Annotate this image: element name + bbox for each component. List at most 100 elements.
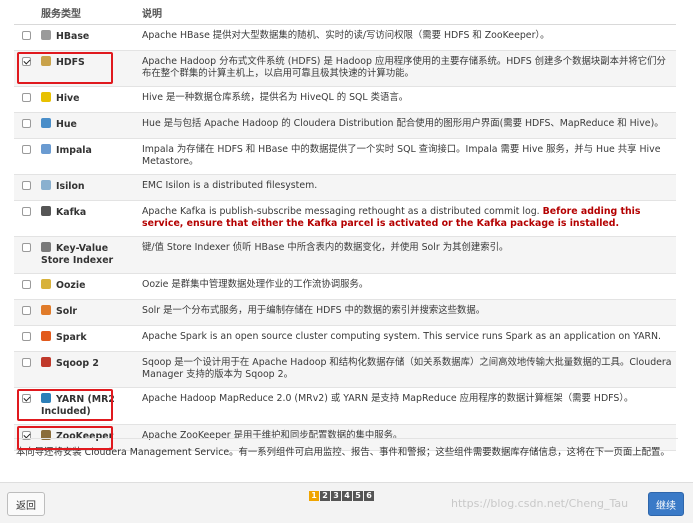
service-name-cell: HBase — [37, 24, 138, 51]
service-description: Apache Spark is an open source cluster c… — [138, 325, 676, 352]
service-name: Isilon — [56, 181, 85, 192]
row-select-cell — [14, 24, 37, 51]
wizard-step-indicator: 123456 — [309, 491, 374, 501]
service-row: HDFS Apache Hadoop 分布式文件系统 (HDFS) 是 Hadoo… — [14, 50, 676, 87]
step-indicator-item: 5 — [353, 491, 363, 501]
service-name-cell: Impala — [37, 138, 138, 175]
ks-indexer-icon — [41, 242, 51, 252]
service-row: Key-Value Store Indexer 键/值 Store Indexer… — [14, 236, 676, 274]
row-select-cell — [14, 299, 37, 326]
row-select-cell — [14, 273, 37, 300]
service-checkbox[interactable] — [22, 243, 31, 252]
service-description-text: Sqoop 是一个设计用于在 Apache Hadoop 和结构化数据存储（如关… — [142, 357, 672, 380]
highlight-box — [17, 52, 113, 84]
service-description-text: Impala 为存储在 HDFS 和 HBase 中的数据提供了一个实时 SQL… — [142, 144, 661, 167]
service-checkbox[interactable] — [22, 358, 31, 367]
spark-icon — [41, 331, 51, 341]
service-row: Kafka Apache Kafka is publish-subscribe m… — [14, 200, 676, 237]
service-description-text: 键/值 Store Indexer 侦听 HBase 中所含表内的数据变化，并使… — [142, 242, 509, 253]
service-row: HBase Apache HBase 提供对大型数据集的随机、实时的读/写访问权限… — [14, 24, 676, 51]
service-description-text: Apache Hadoop MapReduce 2.0 (MRv2) 或 YAR… — [142, 393, 634, 404]
service-row: Isilon EMC Isilon is a distributed filesy… — [14, 174, 676, 201]
service-checkbox[interactable] — [22, 31, 31, 40]
service-checkbox[interactable] — [22, 306, 31, 315]
service-description: Hue 是与包括 Apache Hadoop 的 Cloudera Distri… — [138, 112, 676, 139]
service-name: Sqoop 2 — [56, 358, 99, 369]
service-row: Spark Apache Spark is an open source clus… — [14, 325, 676, 352]
header-service-type: 服务类型 — [37, 0, 138, 25]
step-indicator-item: 4 — [342, 491, 352, 501]
row-select-cell — [14, 200, 37, 237]
service-checkbox[interactable] — [22, 280, 31, 289]
service-description: 键/值 Store Indexer 侦听 HBase 中所含表内的数据变化，并使… — [138, 236, 676, 274]
row-select-cell — [14, 325, 37, 352]
service-name: Hue — [56, 119, 77, 130]
service-name: Solr — [56, 306, 78, 317]
row-select-cell — [14, 138, 37, 175]
service-description-text: Apache Kafka is publish-subscribe messag… — [142, 206, 543, 217]
service-name-cell: Oozie — [37, 273, 138, 300]
service-name: Spark — [56, 332, 87, 343]
service-checkbox[interactable] — [22, 332, 31, 341]
service-checkbox[interactable] — [22, 145, 31, 154]
service-description-text: Oozie 是群集中管理数据处理作业的工作流协调服务。 — [142, 279, 369, 290]
service-description: Solr 是一个分布式服务，用于编制存储在 HDFS 中的数据的索引并搜索这些数… — [138, 299, 676, 326]
service-description-text: Apache Hadoop 分布式文件系统 (HDFS) 是 Hadoop 应用… — [142, 56, 666, 79]
step-indicator-item: 3 — [331, 491, 341, 501]
service-row: Oozie Oozie 是群集中管理数据处理作业的工作流协调服务。 — [14, 273, 676, 300]
service-description: Oozie 是群集中管理数据处理作业的工作流协调服务。 — [138, 273, 676, 300]
service-name-cell: Solr — [37, 299, 138, 326]
service-name-cell: Hue — [37, 112, 138, 139]
service-row: Hive Hive 是一种数据仓库系统，提供名为 HiveQL 的 SQL 类语言… — [14, 86, 676, 113]
service-name: Oozie — [56, 280, 86, 291]
solr-icon — [41, 305, 51, 315]
continue-button[interactable]: 继续 — [648, 492, 684, 516]
service-row: YARN (MR2 Included) Apache Hadoop MapRedu… — [14, 387, 676, 425]
service-name-cell: Isilon — [37, 174, 138, 201]
service-checkbox[interactable] — [22, 207, 31, 216]
header-select — [14, 0, 37, 25]
row-select-cell — [14, 236, 37, 274]
wizard-nav-bar: 返回 123456 https://blog.csdn.net/Cheng_Ta… — [0, 482, 693, 523]
service-name-cell: Kafka — [37, 200, 138, 237]
service-description-text: Apache HBase 提供对大型数据集的随机、实时的读/写访问权限（需要 H… — [142, 30, 550, 41]
service-row: Sqoop 2 Sqoop 是一个设计用于在 Apache Hadoop 和结构化… — [14, 351, 676, 388]
service-name: HBase — [56, 31, 90, 42]
row-select-cell — [14, 174, 37, 201]
isilon-icon — [41, 180, 51, 190]
service-row: Impala Impala 为存储在 HDFS 和 HBase 中的数据提供了一个… — [14, 138, 676, 175]
hbase-icon — [41, 30, 51, 40]
service-description-text: Apache Spark is an open source cluster c… — [142, 331, 662, 342]
service-row: Hue Hue 是与包括 Apache Hadoop 的 Cloudera Dis… — [14, 112, 676, 139]
footer-note: 本向导还将安装 Cloudera Management Service。有一系列… — [14, 438, 678, 458]
service-checkbox[interactable] — [22, 181, 31, 190]
service-name: Key-Value Store Indexer — [41, 243, 114, 266]
highlight-box — [17, 389, 113, 421]
service-name-cell: Sqoop 2 — [37, 351, 138, 388]
service-description-text: Hive 是一种数据仓库系统，提供名为 HiveQL 的 SQL 类语言。 — [142, 92, 409, 103]
back-button[interactable]: 返回 — [7, 492, 45, 516]
hive-icon — [41, 92, 51, 102]
watermark: https://blog.csdn.net/Cheng_Tau — [451, 497, 629, 510]
service-checkbox[interactable] — [22, 119, 31, 128]
row-select-cell — [14, 112, 37, 139]
service-description: Sqoop 是一个设计用于在 Apache Hadoop 和结构化数据存储（如关… — [138, 351, 676, 388]
service-description-text: Solr 是一个分布式服务，用于编制存储在 HDFS 中的数据的索引并搜索这些数… — [142, 305, 486, 316]
service-name: Impala — [56, 145, 92, 156]
service-description-text: EMC Isilon is a distributed filesystem. — [142, 180, 318, 191]
service-name: Kafka — [56, 207, 87, 218]
service-description: Apache Hadoop 分布式文件系统 (HDFS) 是 Hadoop 应用… — [138, 50, 676, 87]
service-name-cell: Hive — [37, 86, 138, 113]
service-description: EMC Isilon is a distributed filesystem. — [138, 174, 676, 201]
row-select-cell — [14, 86, 37, 113]
kafka-icon — [41, 206, 51, 216]
impala-icon — [41, 144, 51, 154]
service-name: Hive — [56, 93, 80, 104]
service-description: Apache HBase 提供对大型数据集的随机、实时的读/写访问权限（需要 H… — [138, 24, 676, 51]
step-indicator-item: 1 — [309, 491, 319, 501]
sqoop-icon — [41, 357, 51, 367]
service-checkbox[interactable] — [22, 93, 31, 102]
service-description-text: Hue 是与包括 Apache Hadoop 的 Cloudera Distri… — [142, 118, 664, 129]
oozie-icon — [41, 279, 51, 289]
header-description: 说明 — [138, 0, 676, 25]
